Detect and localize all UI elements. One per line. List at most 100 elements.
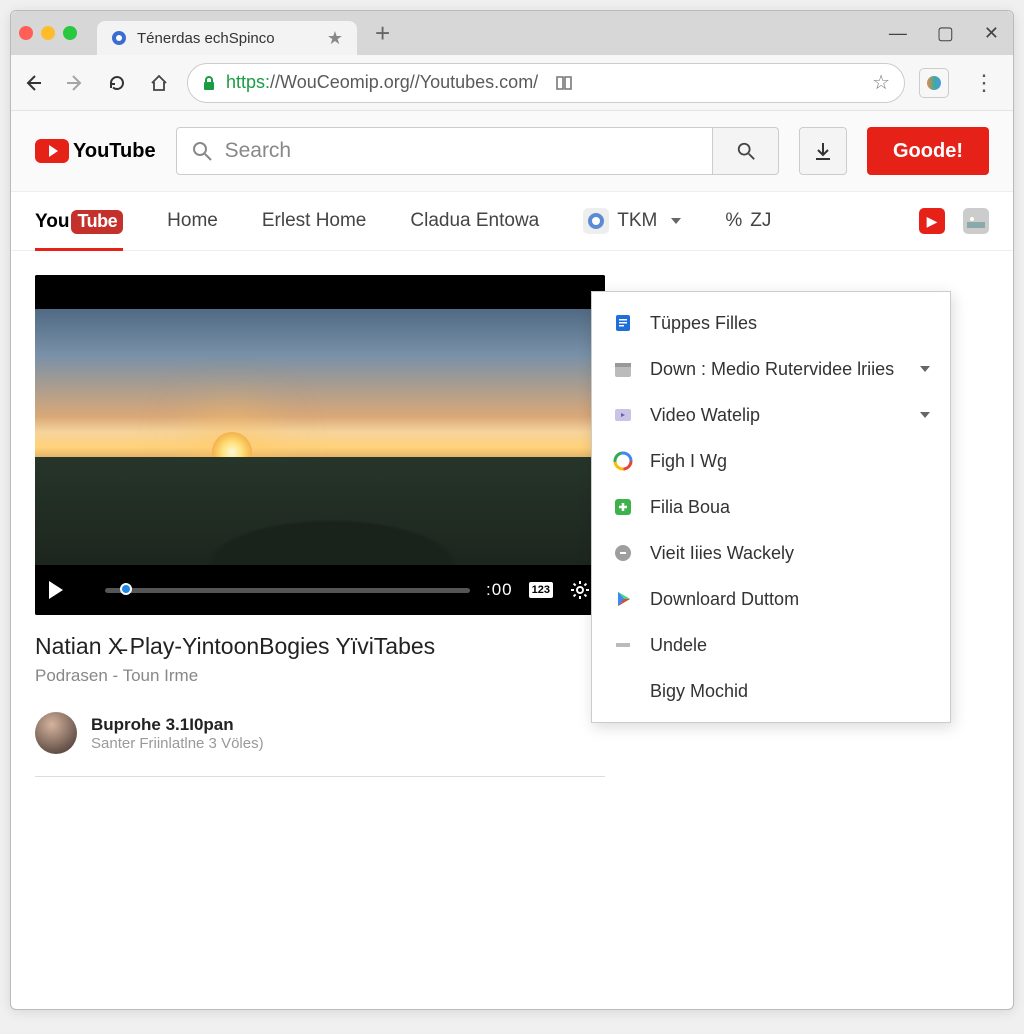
uploader-avatar[interactable] [35, 712, 77, 754]
window-close-button[interactable] [19, 26, 33, 40]
dropdown-item-label: Video Watelip [650, 405, 760, 426]
video-player[interactable]: :00 123 [35, 275, 605, 615]
extension-icon[interactable] [919, 68, 949, 98]
dropdown-item-7[interactable]: Undele [592, 622, 950, 668]
search-placeholder: Search [225, 139, 292, 163]
back-button[interactable] [19, 69, 47, 97]
window-traffic-lights [19, 26, 77, 40]
nav-right-icons: ▶ [919, 208, 989, 234]
window-controls: — ▢ ✕ [889, 23, 999, 44]
tab-title: Ténerdas echSpinco [137, 30, 275, 47]
tkm-dropdown-menu: Tüppes Filles Down : Medio Rutervidee lri… [591, 291, 951, 723]
dropdown-item-4[interactable]: Filia Boua [592, 484, 950, 530]
youtube-logo-text: YouTube [73, 140, 156, 163]
nav-tkm-label: TKM [617, 210, 657, 232]
dropdown-item-label: Down : Medio Rutervidee lriies [650, 359, 894, 380]
sign-in-button[interactable]: Goode! [867, 127, 989, 175]
nav-percent[interactable]: % ZJ [725, 210, 771, 232]
dropdown-item-label: Downloard Duttom [650, 589, 799, 610]
player-controls: :00 123 [35, 565, 605, 615]
youtube-logo-alt[interactable]: YouTube [35, 191, 123, 251]
maximize-icon[interactable]: ▢ [937, 23, 954, 44]
nav-erlest-home[interactable]: Erlest Home [262, 210, 367, 232]
settings-gear-icon[interactable] [569, 579, 591, 601]
dropdown-item-2[interactable]: Video Watelip [592, 392, 950, 438]
grey-icon [612, 542, 634, 564]
search-button[interactable] [713, 127, 779, 175]
reload-button[interactable] [103, 69, 131, 97]
uploader-name[interactable]: Buprohe 3.1I0pan [91, 715, 264, 735]
dropdown-item-label: Undele [650, 635, 707, 656]
youtube-logo[interactable]: YouTube [35, 139, 156, 163]
video-frame [35, 309, 605, 565]
dropdown-item-6[interactable]: Downloard Duttom [592, 576, 950, 622]
g-icon [612, 450, 634, 472]
browser-tab[interactable]: Ténerdas echSpinco ★ [97, 21, 357, 55]
dropdown-item-label: Bigy Mochid [650, 681, 748, 702]
dropdown-item-5[interactable]: Vieit Iiies Wackely [592, 530, 950, 576]
chevron-down-icon [920, 366, 930, 372]
video-title: Natian X̵ Play-YintoonBogies YïviTabes [35, 633, 605, 660]
doc-icon [612, 312, 634, 334]
address-bar[interactable]: https://WouCeomip.org//Youtubes.com/ ☆ [187, 63, 905, 103]
window-maximize-button[interactable] [63, 26, 77, 40]
lock-icon [202, 75, 216, 91]
new-tab-button[interactable]: + [375, 18, 390, 49]
apps-red-icon[interactable]: ▶ [919, 208, 945, 234]
dash-icon [612, 634, 634, 656]
home-button[interactable] [145, 69, 173, 97]
bookmark-star-icon[interactable]: ☆ [872, 70, 890, 95]
progress-track[interactable] [105, 588, 470, 593]
dropdown-item-8[interactable]: Bigy Mochid [592, 668, 950, 714]
dropdown-item-label: Figh I Wg [650, 451, 727, 472]
plus-icon [612, 496, 634, 518]
forward-button[interactable] [61, 69, 89, 97]
dropdown-item-label: Filia Boua [650, 497, 730, 518]
address-bar-row: https://WouCeomip.org//Youtubes.com/ ☆ ⋮ [11, 55, 1013, 111]
uploader-info: Buprohe 3.1I0pan Santer Friinlatlne 3 Vö… [91, 715, 264, 752]
progress-thumb[interactable] [120, 583, 132, 595]
reader-icon[interactable] [554, 74, 574, 92]
vid-icon [612, 404, 634, 426]
play-button[interactable] [49, 581, 63, 599]
dropdown-item-1[interactable]: Down : Medio Rutervidee lriies [592, 346, 950, 392]
download-button[interactable] [799, 127, 847, 175]
logo-you: You [35, 211, 69, 233]
dropdown-item-0[interactable]: Tüppes Filles [592, 300, 950, 346]
nav-bar: YouTube Home Erlest Home Claduа Entowa T… [11, 191, 1013, 251]
dropdown-item-3[interactable]: Figh I Wg [592, 438, 950, 484]
window-minimize-button[interactable] [41, 26, 55, 40]
minimize-icon[interactable]: — [889, 23, 907, 44]
app-icon [583, 208, 609, 234]
time-display: :00 [486, 580, 513, 600]
chevron-down-icon [920, 412, 930, 418]
uploader-meta: Santer Friinlatlne 3 Völes) [91, 735, 264, 752]
search-icon [191, 140, 213, 162]
landscape-icon [35, 457, 605, 565]
search-container: Search [176, 127, 779, 175]
play-icon [612, 588, 634, 610]
logo-tube: Tube [71, 210, 123, 234]
uploader-row: Buprohe 3.1I0pan Santer Friinlatlne 3 Vö… [35, 712, 605, 777]
dropdown-item-label: Vieit Iiies Wackely [650, 543, 794, 564]
percent-icon: % [725, 210, 742, 232]
url-text: https://WouCeomip.org//Youtubes.com/ [226, 72, 538, 93]
close-icon[interactable]: ✕ [984, 23, 999, 44]
player-topbar [35, 275, 605, 309]
browser-tabbar: Ténerdas echSpinco ★ + — ▢ ✕ [11, 11, 1013, 55]
nav-home[interactable]: Home [167, 210, 218, 232]
nav-zj-label: ZJ [750, 210, 771, 232]
none-icon [612, 680, 634, 702]
site-header: YouTube Search Goode! [11, 111, 1013, 191]
main-column: :00 123 Natian X̵ Play-YintoonBogies Yïv… [35, 275, 605, 777]
apps-grey-icon[interactable] [963, 208, 989, 234]
search-input[interactable]: Search [176, 127, 713, 175]
nav-claudua[interactable]: Claduа Entowa [410, 210, 539, 232]
video-subtitle: Podrasen - Toun Irme [35, 666, 605, 686]
nav-tkm-dropdown[interactable]: TKM [583, 208, 681, 234]
captions-button[interactable]: 123 [529, 582, 553, 598]
tab-star-icon[interactable]: ★ [327, 28, 343, 49]
cal-icon [612, 358, 634, 380]
dropdown-item-label: Tüppes Filles [650, 313, 757, 334]
browser-menu-button[interactable]: ⋮ [963, 70, 1005, 96]
